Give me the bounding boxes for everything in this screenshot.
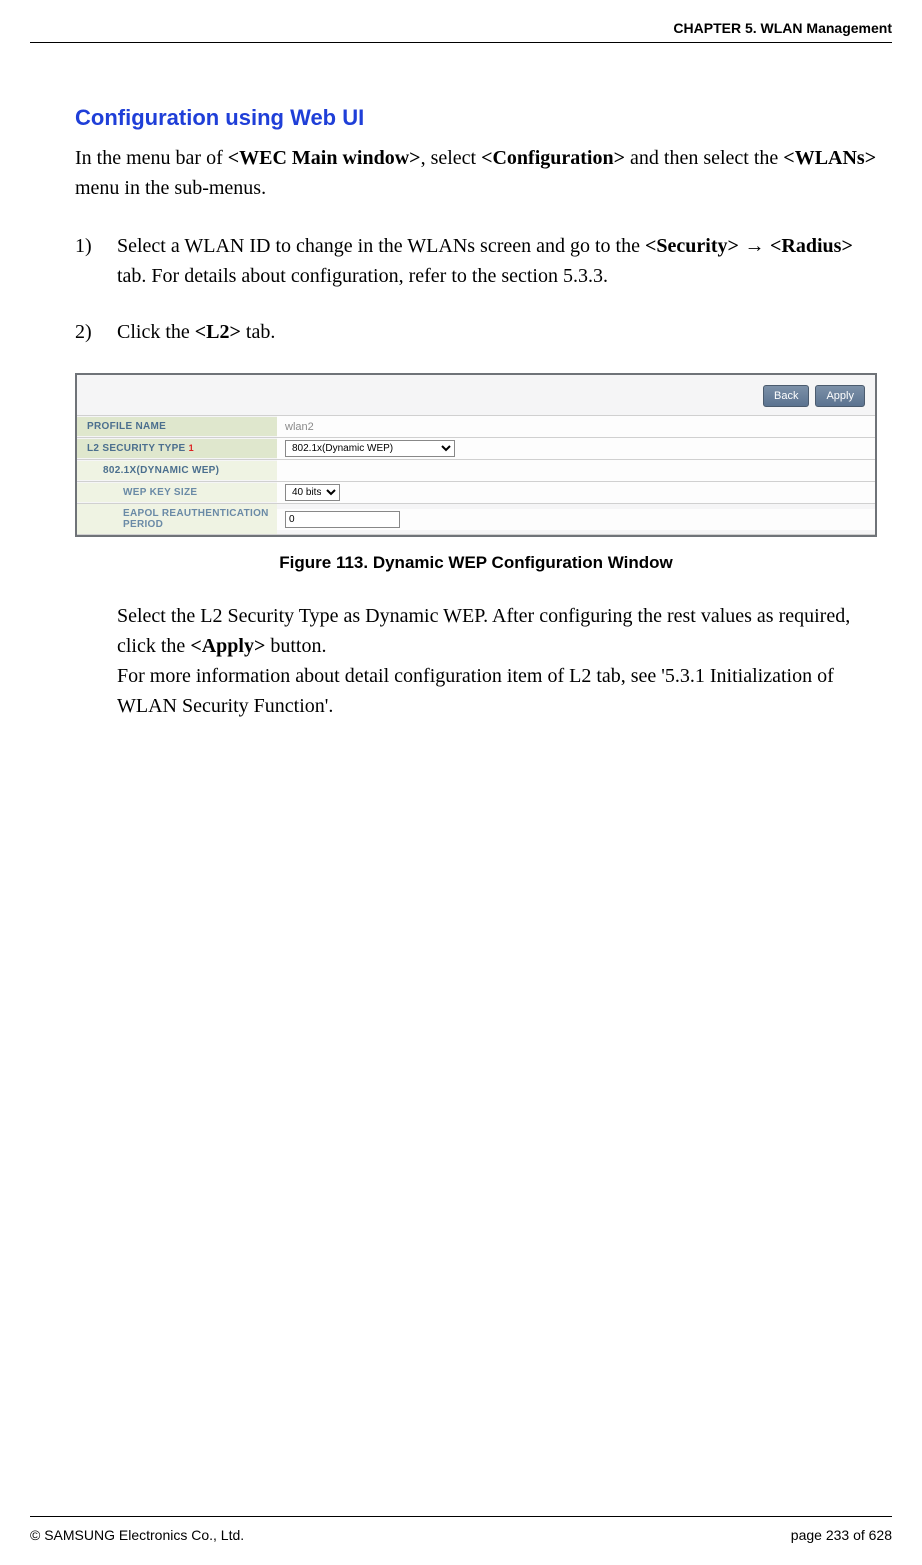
- profile-name-value: wlan2: [277, 416, 875, 437]
- text: button.: [265, 635, 326, 657]
- text: Select a WLAN ID to change in the WLANs …: [117, 235, 645, 257]
- l2-security-type-select[interactable]: 802.1x(Dynamic WEP): [285, 440, 455, 457]
- page-footer: © SAMSUNG Electronics Co., Ltd. page 233…: [30, 1527, 892, 1543]
- footer-rule: [30, 1516, 892, 1517]
- section-title: Configuration using Web UI: [75, 105, 877, 131]
- step-number: 1): [75, 231, 92, 261]
- text: tab.: [241, 321, 275, 343]
- post-para-2: For more information about detail config…: [117, 661, 877, 721]
- figure-box: Back Apply PROFILE NAME wlan2 L2 SECURIT…: [75, 373, 877, 573]
- wep-key-size-select[interactable]: 40 bits: [285, 484, 340, 501]
- label-text: L2 SECURITY TYPE: [87, 443, 186, 454]
- step-1: 1) Select a WLAN ID to change in the WLA…: [75, 231, 877, 291]
- main-content: Configuration using Web UI In the menu b…: [75, 105, 877, 721]
- l2-ref: <L2>: [195, 321, 241, 343]
- chapter-header: CHAPTER 5. WLAN Management: [673, 20, 892, 36]
- profile-name-text: wlan2: [285, 421, 314, 433]
- button-row: Back Apply: [77, 375, 875, 415]
- arrow-icon: →: [739, 235, 770, 257]
- dynamic-wep-header-row: 802.1X(DYNAMIC WEP): [77, 459, 875, 481]
- text: , select: [421, 147, 482, 169]
- dynamic-wep-header-label: 802.1X(DYNAMIC WEP): [77, 461, 277, 480]
- text: and then select the: [625, 147, 783, 169]
- step-number: 2): [75, 317, 92, 347]
- configuration-ref: <Configuration>: [481, 147, 625, 169]
- wlans-ref: <WLANs>: [783, 147, 876, 169]
- apply-ref: <Apply>: [190, 635, 265, 657]
- wec-main-window-ref: <WEC Main window>: [228, 147, 421, 169]
- header-rule: [30, 42, 892, 43]
- wep-key-size-label: WEP KEY SIZE: [77, 483, 277, 502]
- eapol-period-row: EAPOL REAUTHENTICATION PERIOD: [77, 503, 875, 535]
- l2-security-type-label: L2 SECURITY TYPE 1: [77, 439, 277, 458]
- text: menu in the sub-menus.: [75, 177, 266, 199]
- step-list: 1) Select a WLAN ID to change in the WLA…: [75, 231, 877, 347]
- dynamic-wep-header-value: [277, 460, 875, 481]
- security-ref: <Security>: [645, 235, 739, 257]
- wep-key-size-value: 40 bits: [277, 482, 875, 503]
- page-number: page 233 of 628: [791, 1527, 892, 1543]
- post-step-text: Select the L2 Security Type as Dynamic W…: [75, 601, 877, 721]
- eapol-period-input[interactable]: [285, 511, 400, 528]
- radius-ref: <Radius>: [770, 235, 853, 257]
- eapol-period-label: EAPOL REAUTHENTICATION PERIOD: [77, 504, 277, 534]
- apply-button[interactable]: Apply: [815, 385, 865, 407]
- required-marker: 1: [189, 443, 194, 453]
- text: In the menu bar of: [75, 147, 228, 169]
- l2-security-type-value: 802.1x(Dynamic WEP): [277, 438, 875, 459]
- figure-caption: Figure 113. Dynamic WEP Configuration Wi…: [75, 553, 877, 573]
- screenshot-window: Back Apply PROFILE NAME wlan2 L2 SECURIT…: [75, 373, 877, 537]
- text: Click the: [117, 321, 195, 343]
- eapol-period-value: [277, 509, 875, 530]
- l2-security-type-row: L2 SECURITY TYPE 1 802.1x(Dynamic WEP): [77, 437, 875, 459]
- back-button[interactable]: Back: [763, 385, 809, 407]
- profile-name-row: PROFILE NAME wlan2: [77, 415, 875, 437]
- post-para-1: Select the L2 Security Type as Dynamic W…: [117, 601, 877, 661]
- wep-key-size-row: WEP KEY SIZE 40 bits: [77, 481, 875, 503]
- copyright: © SAMSUNG Electronics Co., Ltd.: [30, 1527, 244, 1543]
- intro-paragraph: In the menu bar of <WEC Main window>, se…: [75, 143, 877, 203]
- text: tab. For details about configuration, re…: [117, 265, 608, 287]
- step-2: 2) Click the <L2> tab.: [75, 317, 877, 347]
- profile-name-label: PROFILE NAME: [77, 417, 277, 436]
